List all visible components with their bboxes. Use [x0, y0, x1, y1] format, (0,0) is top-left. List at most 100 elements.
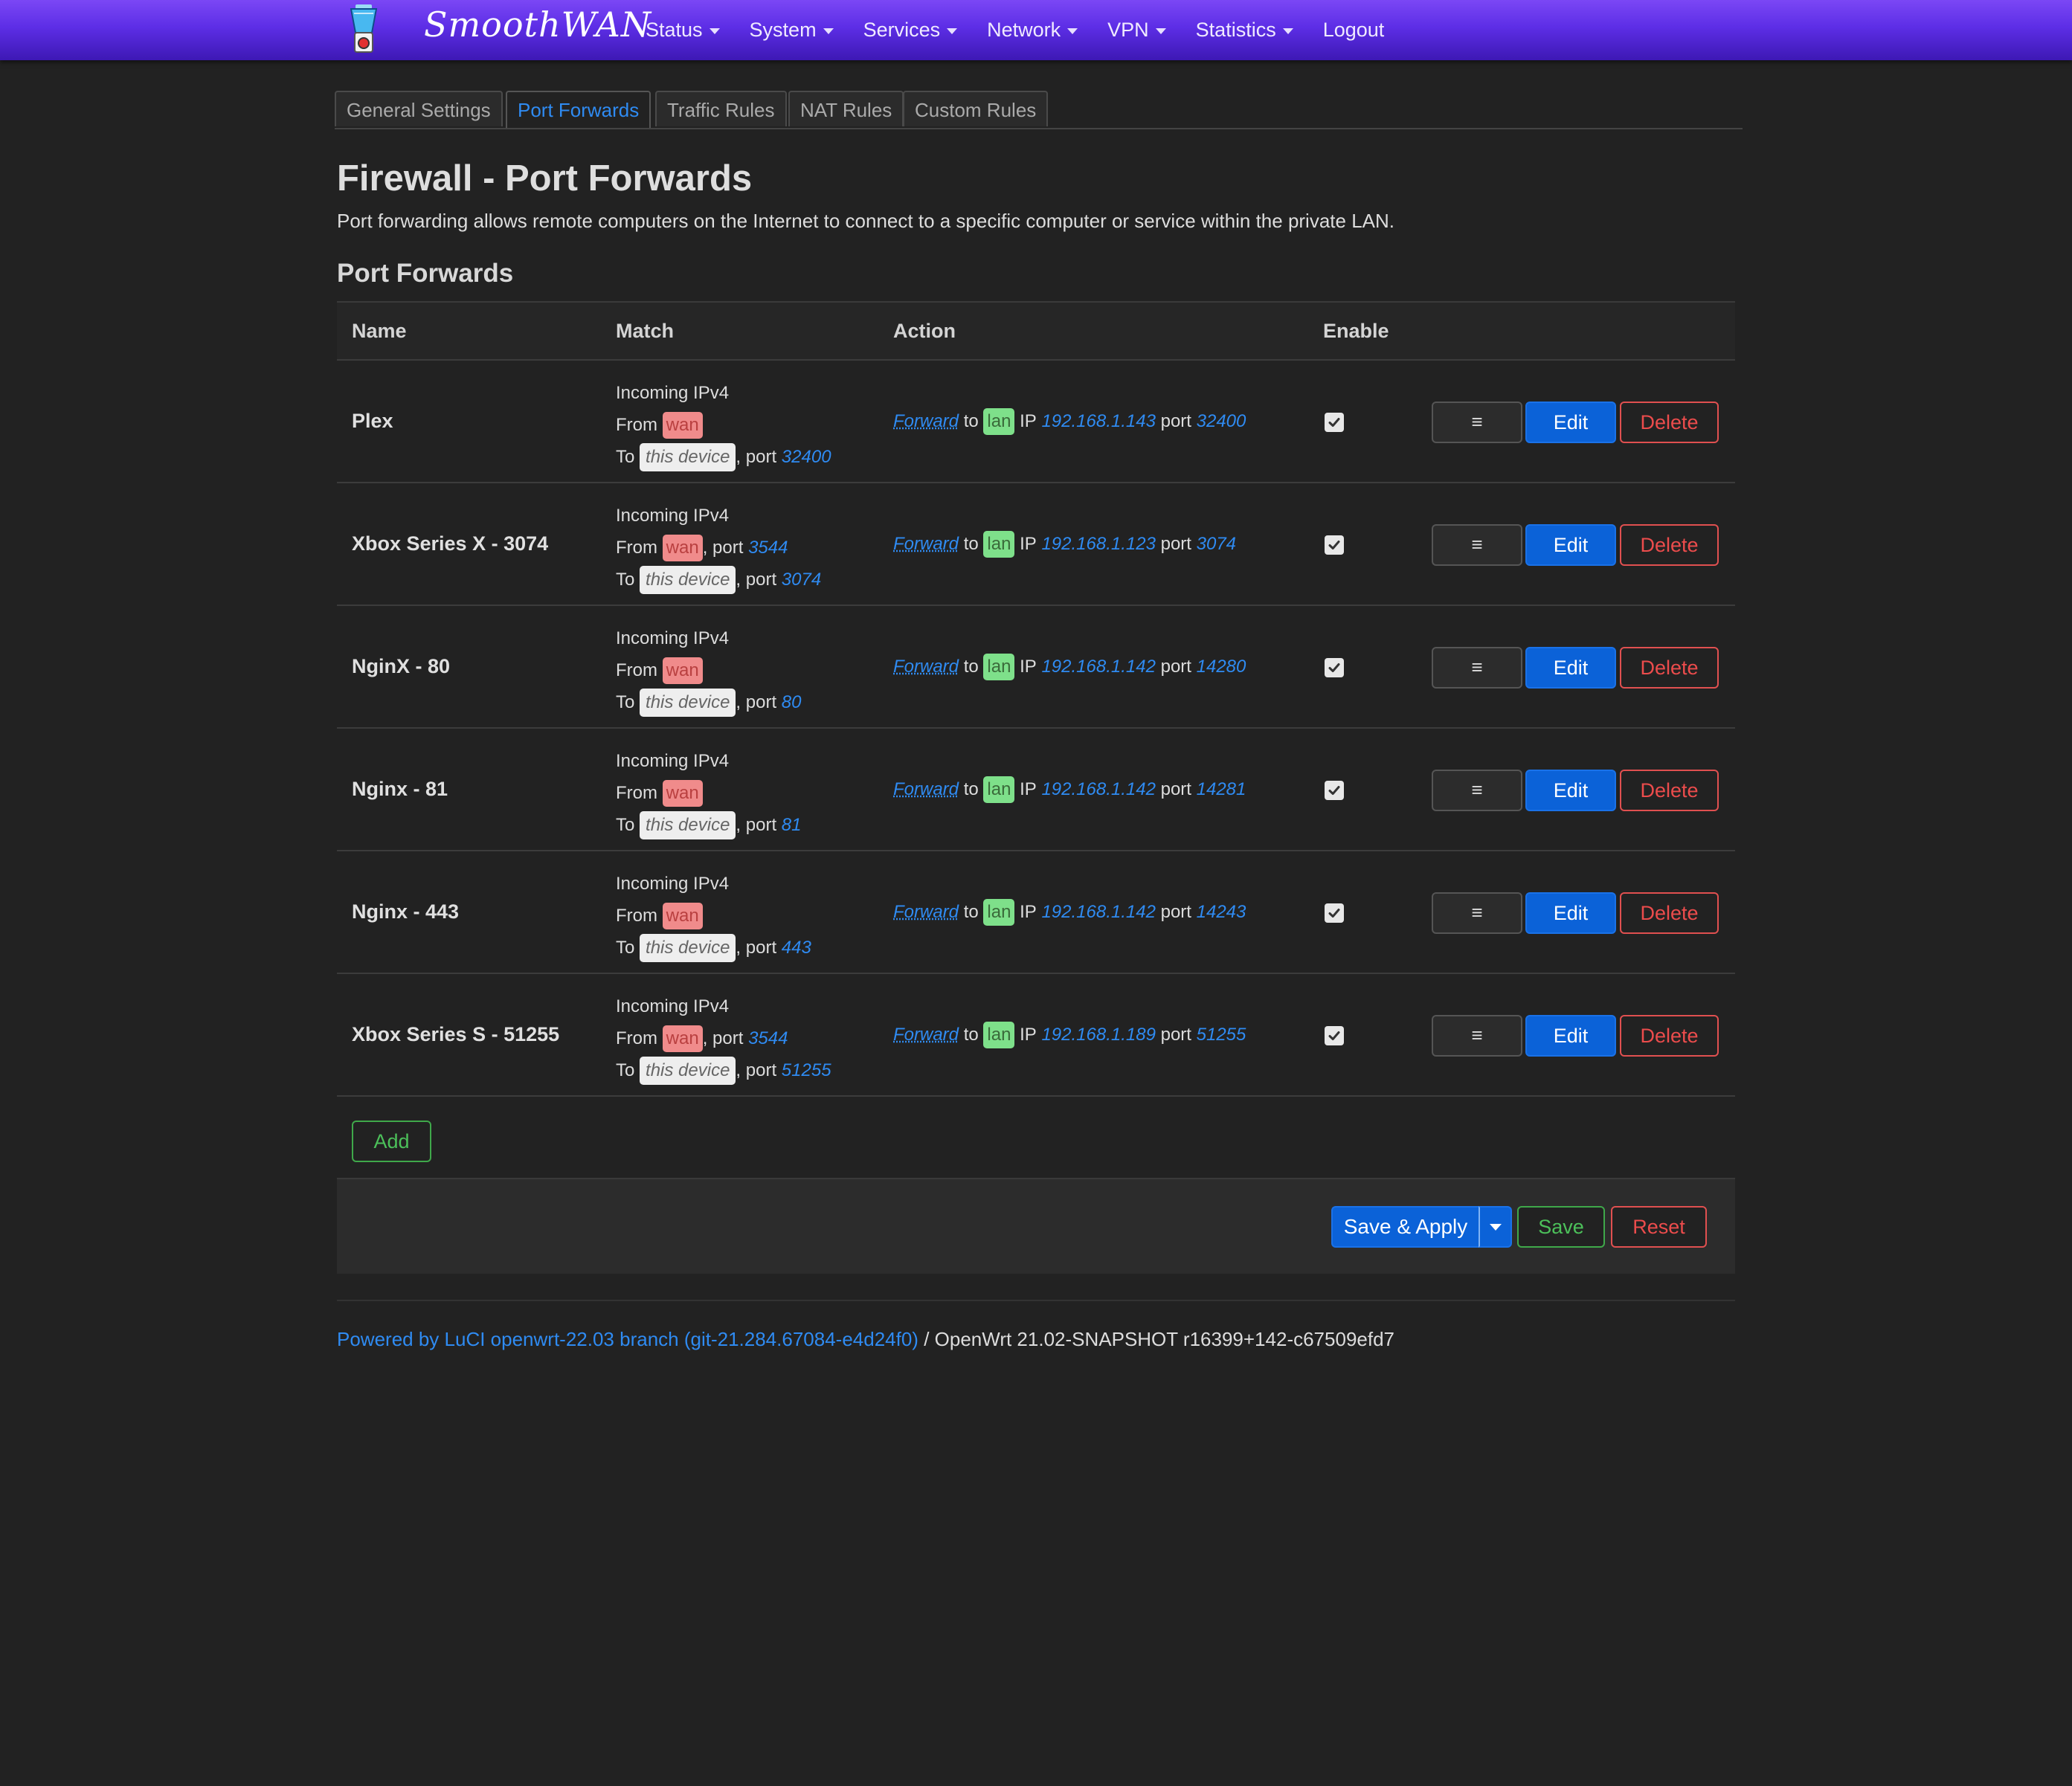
tab-custom-rules[interactable]: Custom Rules: [903, 91, 1049, 126]
zone-badge-wan: wan: [662, 780, 703, 807]
nav-label: Statistics: [1195, 19, 1276, 41]
caret-down-icon: [947, 28, 958, 34]
match-source: From wan, port 3544: [616, 532, 821, 564]
port-label: port: [1160, 656, 1191, 677]
nav-system[interactable]: System: [750, 19, 834, 42]
reset-button[interactable]: Reset: [1611, 1206, 1707, 1248]
blender-logo-icon[interactable]: [344, 3, 384, 55]
forward-link[interactable]: Forward: [893, 657, 959, 677]
firewall-tabs: General Settings Port Forwards Traffic R…: [335, 91, 1743, 129]
edit-button[interactable]: Edit: [1525, 1015, 1616, 1057]
device-badge: this device: [640, 443, 736, 471]
edit-button[interactable]: Edit: [1525, 524, 1616, 566]
rule-action: Forward to lan IP 192.168.1.143 port 324…: [893, 361, 1246, 482]
rule-match: Incoming IPv4 From wan To this device, p…: [616, 745, 802, 841]
port-label: port: [712, 538, 744, 558]
footer-version: / OpenWrt 21.02-SNAPSHOT r16399+142-c675…: [918, 1328, 1395, 1350]
zone-badge-lan: lan: [983, 653, 1015, 680]
nav-label: Logout: [1322, 19, 1385, 41]
delete-button[interactable]: Delete: [1620, 770, 1719, 811]
ip-label: IP: [1020, 656, 1037, 677]
drag-handle-button[interactable]: ≡: [1432, 647, 1522, 689]
edit-button[interactable]: Edit: [1525, 402, 1616, 443]
tab-nat-rules[interactable]: NAT Rules: [788, 91, 904, 126]
page-title: Firewall - Port Forwards: [337, 158, 753, 199]
caret-down-icon: [709, 28, 720, 34]
port-label: port: [1160, 1024, 1191, 1045]
target-port: 51255: [1196, 1024, 1246, 1045]
delete-button[interactable]: Delete: [1620, 1015, 1719, 1057]
to-label: to: [963, 1024, 979, 1045]
match-destination: To this device, port 3074: [616, 564, 821, 596]
drag-handle-button[interactable]: ≡: [1432, 1015, 1522, 1057]
enable-checkbox[interactable]: [1325, 535, 1344, 555]
rule-match: Incoming IPv4 From wan To this device, p…: [616, 622, 802, 718]
nav-network[interactable]: Network: [987, 19, 1078, 42]
luci-link[interactable]: Powered by LuCI openwrt-22.03 branch (gi…: [337, 1328, 918, 1350]
forward-link[interactable]: Forward: [893, 902, 959, 923]
port-forwards-table: Name Match Action Enable Plex Incoming I…: [337, 301, 1735, 1097]
target-port: 32400: [1196, 410, 1246, 431]
destination-port-value: 3074: [781, 570, 822, 590]
enable-checkbox[interactable]: [1325, 1026, 1344, 1045]
caret-down-icon: [1489, 1223, 1502, 1231]
to-label: To: [616, 1060, 635, 1080]
to-label: to: [963, 778, 979, 799]
save-apply-dropdown-button[interactable]: [1479, 1206, 1512, 1248]
table-row: Nginx - 443 Incoming IPv4 From wan To th…: [337, 851, 1735, 974]
nav-statistics[interactable]: Statistics: [1196, 19, 1293, 42]
tab-port-forwards[interactable]: Port Forwards: [506, 91, 651, 128]
table-row: Xbox Series X - 3074 Incoming IPv4 From …: [337, 483, 1735, 606]
from-label: From: [616, 660, 657, 680]
device-badge: this device: [640, 566, 736, 594]
match-family: Incoming IPv4: [616, 383, 730, 403]
enable-checkbox[interactable]: [1325, 781, 1344, 800]
delete-button[interactable]: Delete: [1620, 524, 1719, 566]
delete-button[interactable]: Delete: [1620, 892, 1719, 934]
drag-handle-button[interactable]: ≡: [1432, 524, 1522, 566]
to-label: to: [963, 901, 979, 922]
save-button[interactable]: Save: [1517, 1206, 1605, 1248]
delete-button[interactable]: Delete: [1620, 647, 1719, 689]
main-nav: Status System Services Network VPN Stati…: [646, 0, 1414, 60]
forward-link[interactable]: Forward: [893, 411, 959, 432]
match-destination: To this device, port 51255: [616, 1054, 831, 1086]
enable-checkbox[interactable]: [1325, 903, 1344, 923]
forward-link[interactable]: Forward: [893, 779, 959, 800]
nav-label: Network: [987, 19, 1061, 41]
rule-match: Incoming IPv4 From wan To this device, p…: [616, 868, 811, 964]
edit-button[interactable]: Edit: [1525, 770, 1616, 811]
tab-general-settings[interactable]: General Settings: [335, 91, 503, 126]
nav-label: Services: [863, 19, 941, 41]
ip-label: IP: [1020, 533, 1037, 554]
column-header-match: Match: [616, 320, 675, 342]
nav-services[interactable]: Services: [863, 19, 958, 42]
nav-vpn[interactable]: VPN: [1107, 19, 1166, 42]
edit-button[interactable]: Edit: [1525, 647, 1616, 689]
source-port-value: 3544: [748, 1028, 788, 1048]
column-header-action: Action: [893, 320, 956, 342]
brand-name[interactable]: SmoothWAN: [424, 4, 651, 45]
top-navbar: SmoothWAN Status System Services Network…: [0, 0, 2072, 60]
drag-handle-button[interactable]: ≡: [1432, 892, 1522, 934]
add-button[interactable]: Add: [352, 1121, 431, 1162]
from-label: From: [616, 415, 657, 435]
tab-traffic-rules[interactable]: Traffic Rules: [655, 91, 787, 126]
delete-button[interactable]: Delete: [1620, 402, 1719, 443]
match-family: Incoming IPv4: [616, 751, 730, 771]
forward-link[interactable]: Forward: [893, 1025, 959, 1045]
to-label: To: [616, 938, 635, 958]
drag-handle-button[interactable]: ≡: [1432, 770, 1522, 811]
enable-checkbox[interactable]: [1325, 658, 1344, 677]
nav-status[interactable]: Status: [646, 19, 720, 42]
enable-checkbox[interactable]: [1325, 413, 1344, 432]
source-port-value: 3544: [748, 538, 788, 558]
nav-label: System: [749, 19, 817, 41]
drag-handle-button[interactable]: ≡: [1432, 402, 1522, 443]
edit-button[interactable]: Edit: [1525, 892, 1616, 934]
save-apply-button[interactable]: Save & Apply: [1331, 1206, 1479, 1248]
to-label: To: [616, 570, 635, 590]
nav-logout[interactable]: Logout: [1323, 19, 1385, 42]
from-label: From: [616, 1028, 657, 1048]
forward-link[interactable]: Forward: [893, 534, 959, 555]
